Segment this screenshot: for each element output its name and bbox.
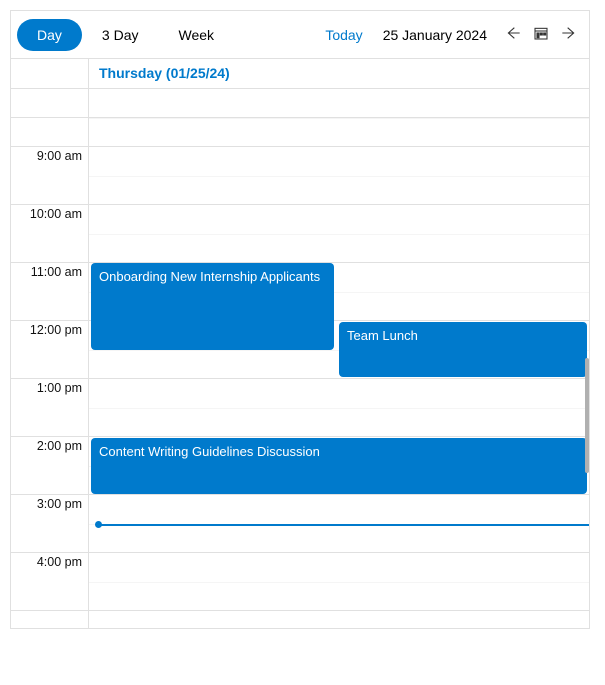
event-title: Team Lunch <box>347 328 418 343</box>
date-picker-button[interactable] <box>527 21 555 49</box>
gutter-header <box>11 59 89 88</box>
event-team-lunch[interactable]: Team Lunch <box>339 322 587 377</box>
event-content-writing[interactable]: Content Writing Guidelines Discussion <box>91 438 587 494</box>
scrollbar-thumb[interactable] <box>585 358 589 473</box>
day-header-row: Thursday (01/25/24) <box>11 59 589 89</box>
time-label: 11:00 am <box>11 263 89 320</box>
time-label: 3:00 pm <box>11 495 89 552</box>
view-tabs: Day 3 Day Week <box>17 19 234 51</box>
time-label: 9:00 am <box>11 147 89 204</box>
all-day-row[interactable] <box>11 89 589 118</box>
today-button[interactable]: Today <box>311 19 376 51</box>
time-label: 10:00 am <box>11 205 89 262</box>
time-label <box>11 611 89 628</box>
next-button[interactable] <box>555 21 583 49</box>
calendar-toolbar: Day 3 Day Week Today 25 January 2024 <box>10 10 590 58</box>
calendar-icon <box>533 25 549 44</box>
calendar-body: Thursday (01/25/24) 9:00 am 10:00 am 11:… <box>10 58 590 629</box>
time-label: 2:00 pm <box>11 437 89 494</box>
arrow-left-icon <box>505 25 521 44</box>
time-label: 4:00 pm <box>11 553 89 610</box>
time-label: 12:00 pm <box>11 321 89 378</box>
arrow-right-icon <box>561 25 577 44</box>
time-label: 1:00 pm <box>11 379 89 436</box>
day-column-header[interactable]: Thursday (01/25/24) <box>89 59 589 88</box>
events-layer: Onboarding New Internship Applicants Tea… <box>91 118 587 628</box>
gutter-allday <box>11 89 89 117</box>
time-label <box>11 118 89 146</box>
event-title: Onboarding New Internship Applicants <box>99 269 320 284</box>
tab-week[interactable]: Week <box>158 19 234 51</box>
prev-button[interactable] <box>499 21 527 49</box>
all-day-slot[interactable] <box>89 89 589 117</box>
event-onboarding[interactable]: Onboarding New Internship Applicants <box>91 263 334 350</box>
current-date-label: 25 January 2024 <box>377 27 499 43</box>
time-grid[interactable]: 9:00 am 10:00 am 11:00 am 12:00 pm 1:00 … <box>11 118 589 628</box>
event-title: Content Writing Guidelines Discussion <box>99 444 320 459</box>
tab-day[interactable]: Day <box>17 19 82 51</box>
tab-3day[interactable]: 3 Day <box>82 19 159 51</box>
